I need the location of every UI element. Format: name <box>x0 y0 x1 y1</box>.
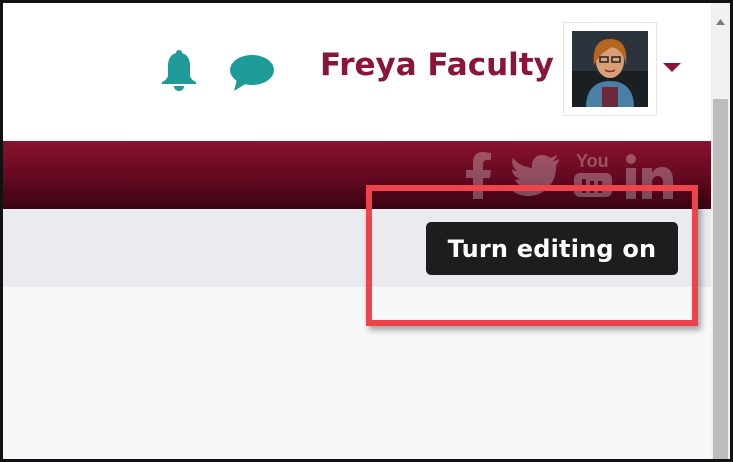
scroll-up-icon[interactable] <box>716 11 725 25</box>
highlight-box <box>366 185 698 326</box>
avatar-image <box>572 31 648 107</box>
vertical-scrollbar[interactable] <box>711 3 730 459</box>
site-header: Freya Faculty <box>3 3 711 141</box>
screenshot-frame: Freya Faculty You Turn editing on <box>0 0 733 462</box>
avatar[interactable] <box>563 22 657 116</box>
chat-icon[interactable] <box>229 53 275 93</box>
chevron-down-icon[interactable] <box>661 59 683 73</box>
user-name[interactable]: Freya Faculty <box>320 47 554 83</box>
youtube-label: You <box>576 151 609 171</box>
bell-icon[interactable] <box>159 48 199 92</box>
scrollbar-thumb[interactable] <box>713 99 728 459</box>
